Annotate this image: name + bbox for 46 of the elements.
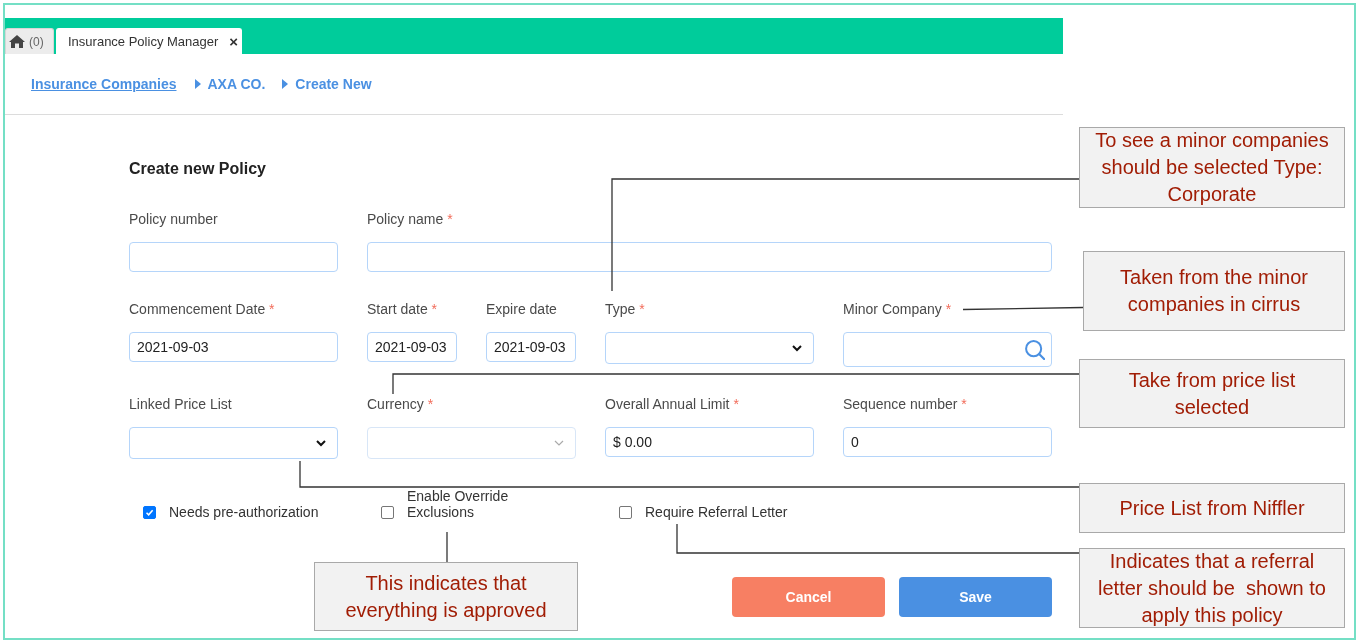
field-label: Linked Price List [129,396,232,412]
chevron-down-icon [792,344,802,352]
field-label: Currency * [367,396,434,412]
checkbox-label: Require Referral Letter [645,504,788,520]
home-icon [9,35,25,48]
field-label: Minor Company * [843,301,952,317]
text-field[interactable] [129,242,338,272]
callout-box: To see a minor companies should be selected Type: Corporate [1079,127,1345,208]
field-label: Sequence number * [843,396,967,412]
field-label: Expire date [486,301,557,317]
checkbox-label: Enable Override Exclusions [407,488,510,520]
field-label: Commencement Date * [129,301,275,317]
close-button[interactable]: × [229,34,239,49]
tab[interactable]: Insurance Policy Manager × [56,28,242,54]
field-label: Start date * [367,301,438,317]
form-title: Create new Policy [129,159,266,179]
checkbox-label: Needs pre-authorization [169,504,319,520]
text-field[interactable] [367,242,1052,272]
triangle-right-icon [194,79,201,89]
callout-box: Indicates that a referral letter should be shown to apply this policy [1079,548,1345,628]
checkbox[interactable] [143,506,156,519]
triangle-right-icon [282,79,289,89]
dropdown-field[interactable] [129,427,338,459]
date-field[interactable]: 2021-09-03 [367,332,457,362]
field-label: Policy number [129,211,218,227]
checkbox[interactable] [381,506,394,519]
callout-box: Price List from Niffler [1079,483,1345,533]
leader-line [446,531,448,563]
checkmark-icon [144,507,155,518]
text-field[interactable]: 0 [843,427,1052,457]
field-label: Overall Annual Limit * [605,396,739,412]
dropdown-field[interactable] [605,332,814,364]
text-field[interactable]: $ 0.00 [605,427,814,457]
callout-box: Taken from the minor companies in cirrus [1083,251,1345,331]
callout-box: This indicates that everything is approved [314,562,578,631]
chevron-down-icon [316,439,326,447]
chevron-down-icon [554,439,564,447]
callout-box: Take from price list selected [1079,359,1345,428]
date-field[interactable]: 2021-09-03 [486,332,576,362]
search-icon[interactable] [1025,339,1045,360]
search-field[interactable] [843,332,1052,367]
tab[interactable]: (0) [5,28,54,54]
field-label: Policy name * [367,211,453,227]
checkbox[interactable] [619,506,632,519]
date-field[interactable]: 2021-09-03 [129,332,338,362]
field-label: Type * [605,301,645,317]
